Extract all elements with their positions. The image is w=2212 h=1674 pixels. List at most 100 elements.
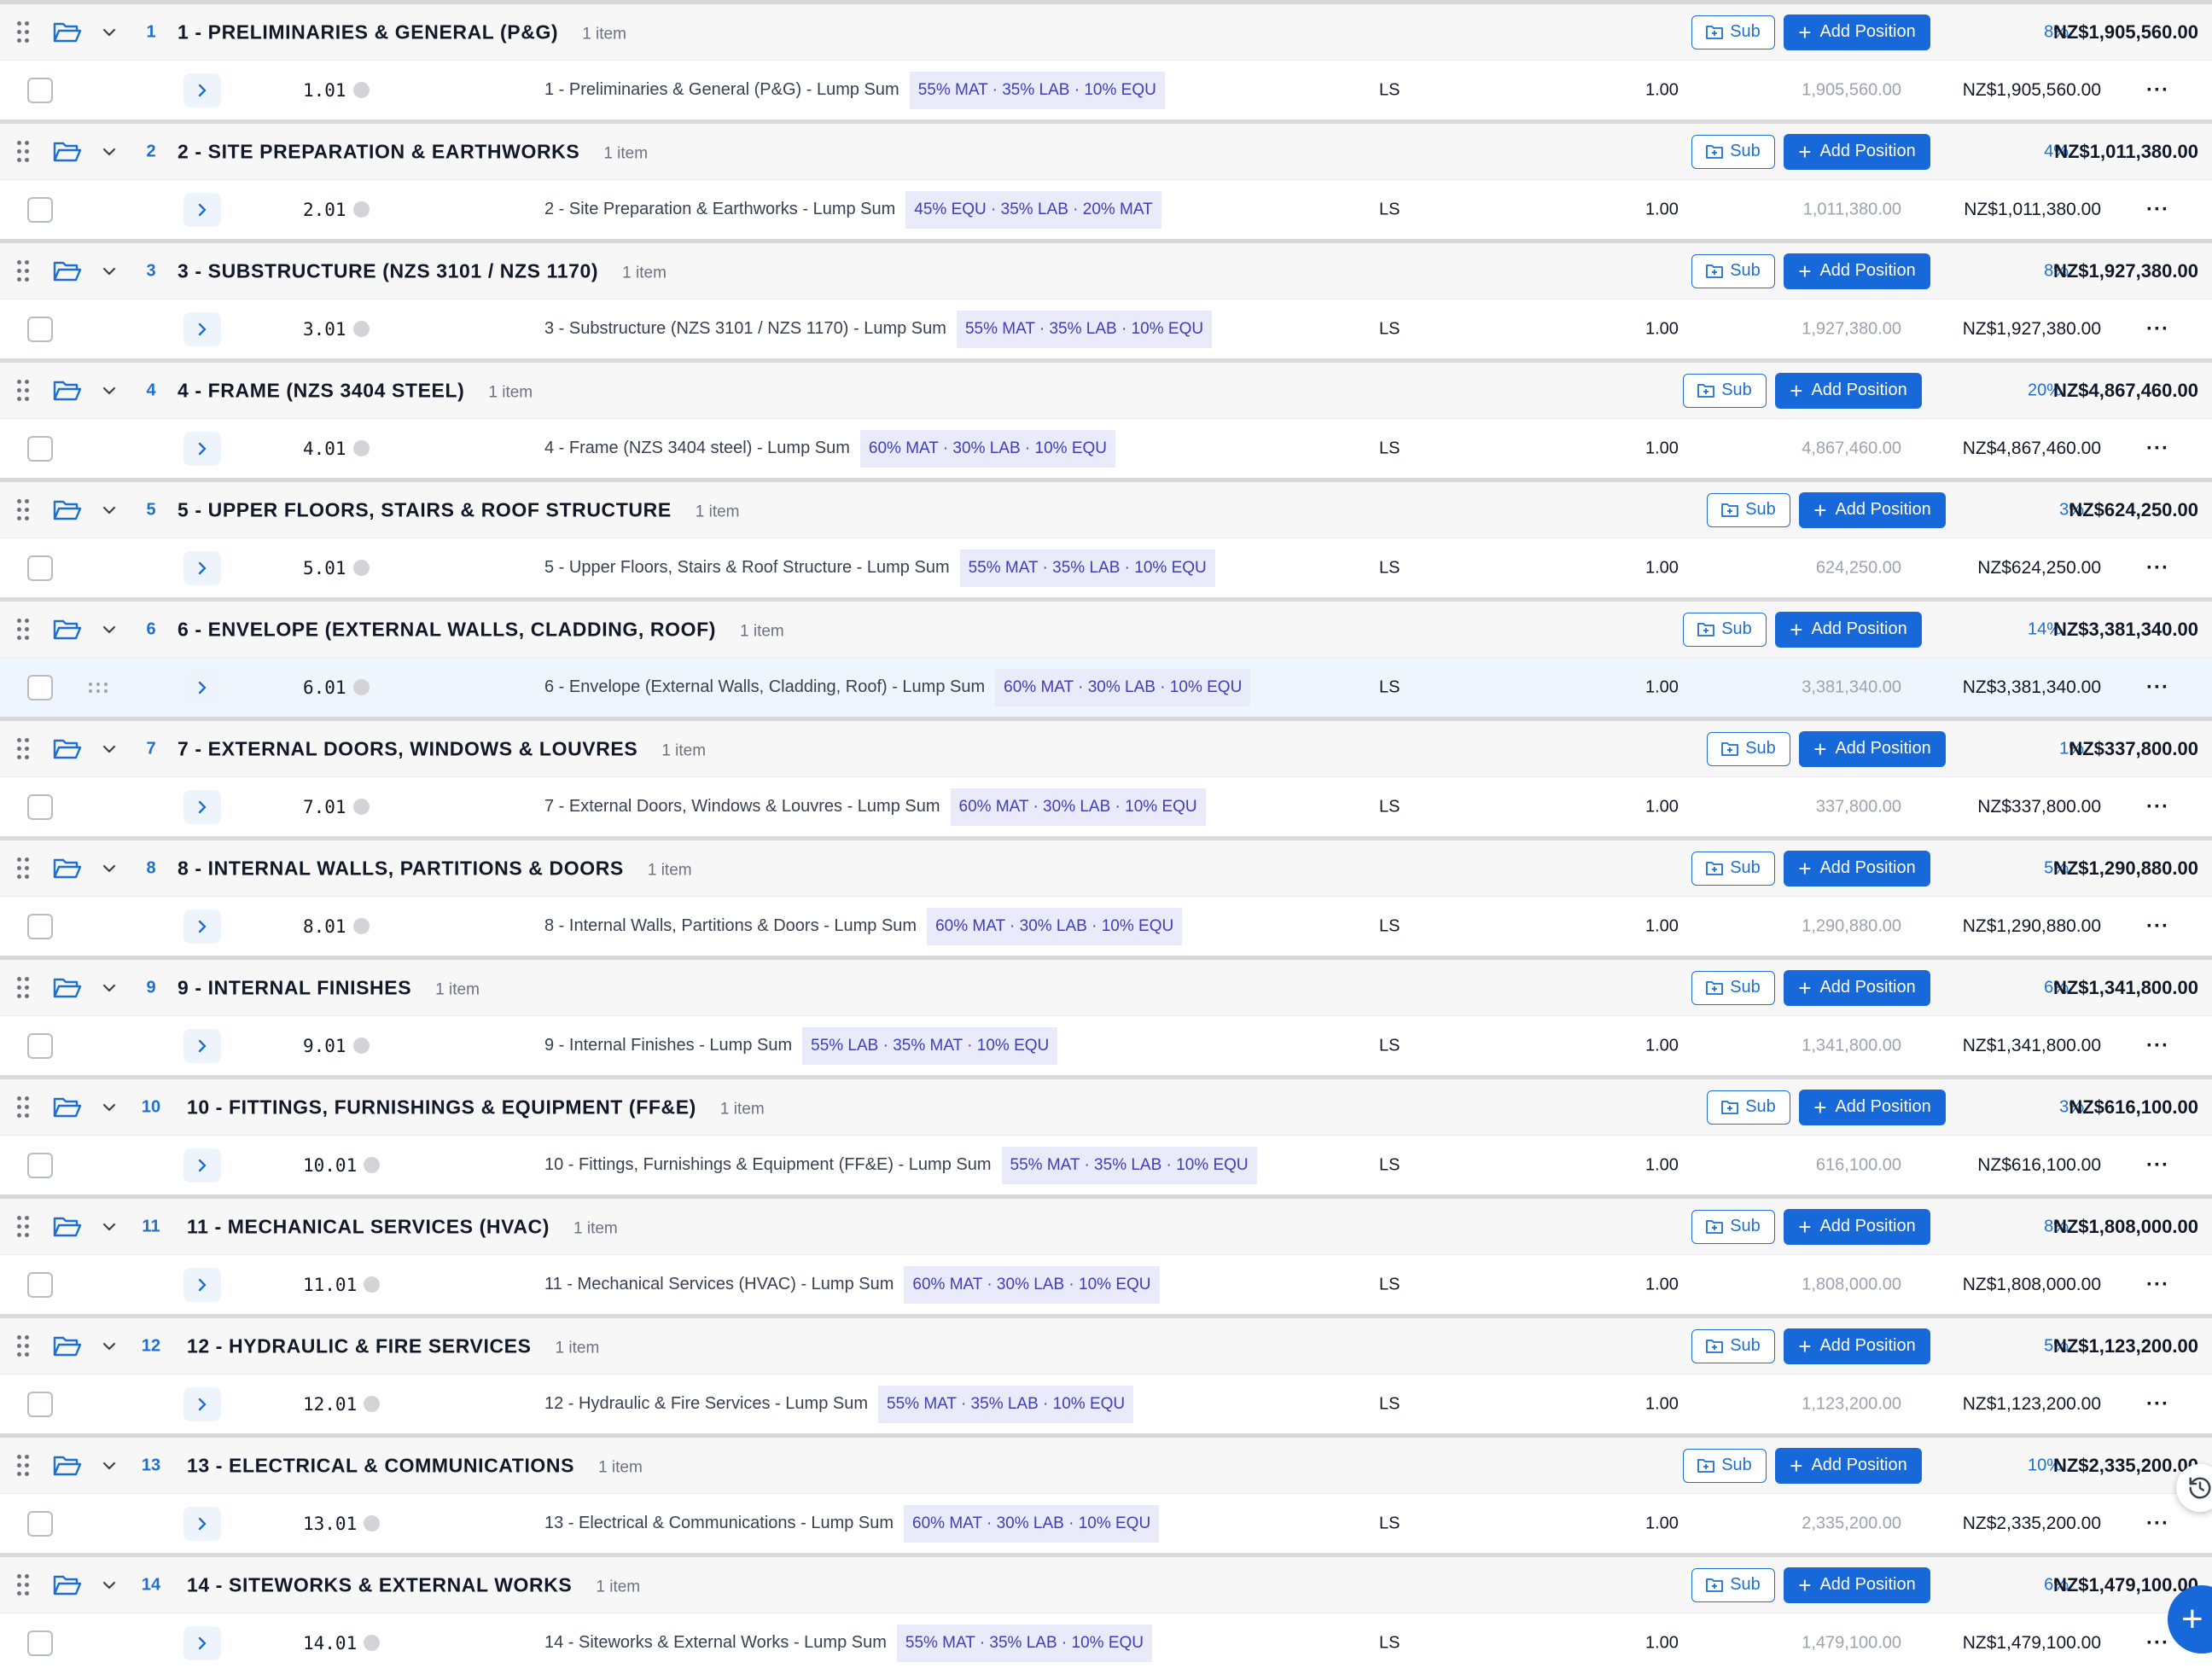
folder-open-icon[interactable] <box>53 498 82 522</box>
section-title[interactable]: 3 - SUBSTRUCTURE (NZS 3101 / NZS 1170) 1 … <box>178 259 667 282</box>
add-sub-button[interactable]: Sub <box>1691 970 1775 1005</box>
quantity-cell[interactable]: 1.00 <box>1645 797 1679 817</box>
add-sub-button[interactable]: Sub <box>1691 15 1775 49</box>
position-description[interactable]: 5 - Upper Floors, Stairs & Roof Structur… <box>544 549 1215 587</box>
add-position-button[interactable]: + Add Position <box>1784 1566 1930 1603</box>
drag-handle-icon[interactable] <box>17 20 32 44</box>
position-description[interactable]: 13 - Electrical & Communications - Lump … <box>544 1504 1160 1543</box>
position-row[interactable]: 12.01 12 - Hydraulic & Fire Services - Lu… <box>0 1374 2212 1433</box>
row-checkbox[interactable] <box>27 77 53 103</box>
unit-cell[interactable]: LS <box>1379 319 1400 339</box>
quantity-cell[interactable]: 1.00 <box>1645 1155 1679 1175</box>
row-checkbox[interactable] <box>27 913 53 939</box>
row-checkbox[interactable] <box>27 1510 53 1537</box>
row-drag-handle-icon[interactable] <box>89 682 109 693</box>
unit-cell[interactable]: LS <box>1379 1633 1400 1653</box>
rate-cell[interactable]: 1,123,200.00 <box>1802 1394 1901 1414</box>
position-row[interactable]: 8.01 8 - Internal Walls, Partitions & Doo… <box>0 896 2212 956</box>
add-sub-button[interactable]: Sub <box>1691 1328 1775 1363</box>
add-position-button[interactable]: + Add Position <box>1775 611 1922 648</box>
more-horizontal-icon[interactable]: ··· <box>2146 1392 2169 1416</box>
more-horizontal-icon[interactable]: ··· <box>2146 556 2169 580</box>
position-description[interactable]: 12 - Hydraulic & Fire Services - Lump Su… <box>544 1385 1134 1423</box>
quantity-cell[interactable]: 1.00 <box>1645 1394 1679 1414</box>
add-sub-button[interactable]: Sub <box>1691 1567 1775 1602</box>
chevron-down-icon[interactable] <box>101 1218 118 1235</box>
unit-cell[interactable]: LS <box>1379 80 1400 100</box>
add-sub-button[interactable]: Sub <box>1691 253 1775 288</box>
folder-open-icon[interactable] <box>53 737 82 761</box>
add-position-button[interactable]: + Add Position <box>1799 730 1946 767</box>
unit-cell[interactable]: LS <box>1379 1514 1400 1533</box>
drag-handle-icon[interactable] <box>17 618 32 641</box>
section-title[interactable]: 7 - EXTERNAL DOORS, WINDOWS & LOUVRES 1 i… <box>178 737 706 760</box>
folder-open-icon[interactable] <box>53 1573 82 1597</box>
chevron-down-icon[interactable] <box>101 860 118 877</box>
folder-open-icon[interactable] <box>53 259 82 283</box>
add-sub-button[interactable]: Sub <box>1683 612 1767 647</box>
quantity-cell[interactable]: 1.00 <box>1645 319 1679 339</box>
drag-handle-icon[interactable] <box>17 976 32 999</box>
unit-cell[interactable]: LS <box>1379 677 1400 697</box>
position-description[interactable]: 1 - Preliminaries & General (P&G) - Lump… <box>544 71 1165 109</box>
more-horizontal-icon[interactable]: ··· <box>2146 1631 2169 1655</box>
quantity-cell[interactable]: 1.00 <box>1645 558 1679 578</box>
rate-cell[interactable]: 1,011,380.00 <box>1803 200 1901 219</box>
add-sub-button[interactable]: Sub <box>1683 373 1767 408</box>
expand-row-button[interactable] <box>183 311 221 346</box>
chevron-down-icon[interactable] <box>101 263 118 280</box>
quantity-cell[interactable]: 1.00 <box>1645 200 1679 219</box>
position-row[interactable]: 9.01 9 - Internal Finishes - Lump Sum 55% … <box>0 1015 2212 1075</box>
section-title[interactable]: 1 - PRELIMINARIES & GENERAL (P&G) 1 item <box>178 20 626 44</box>
drag-handle-icon[interactable] <box>17 140 32 163</box>
folder-open-icon[interactable] <box>53 1454 82 1478</box>
add-sub-button[interactable]: Sub <box>1707 492 1790 527</box>
section-title[interactable]: 4 - FRAME (NZS 3404 STEEL) 1 item <box>178 379 533 402</box>
chevron-down-icon[interactable] <box>101 621 118 638</box>
row-checkbox[interactable] <box>27 435 53 462</box>
row-checkbox[interactable] <box>27 793 53 820</box>
section-title[interactable]: 8 - INTERNAL WALLS, PARTITIONS & DOORS 1 … <box>178 857 692 880</box>
quantity-cell[interactable]: 1.00 <box>1645 1275 1679 1294</box>
folder-open-icon[interactable] <box>53 20 82 44</box>
add-position-button[interactable]: + Add Position <box>1775 1447 1922 1484</box>
chevron-down-icon[interactable] <box>101 979 118 997</box>
unit-cell[interactable]: LS <box>1379 916 1400 936</box>
expand-row-button[interactable] <box>183 73 221 108</box>
rate-cell[interactable]: 616,100.00 <box>1816 1155 1901 1175</box>
drag-handle-icon[interactable] <box>17 737 32 760</box>
position-description[interactable]: 14 - Siteworks & External Works - Lump S… <box>544 1624 1153 1662</box>
add-position-button[interactable]: + Add Position <box>1784 14 1930 50</box>
unit-cell[interactable]: LS <box>1379 1155 1400 1175</box>
quantity-cell[interactable]: 1.00 <box>1645 1633 1679 1653</box>
position-description[interactable]: 6 - Envelope (External Walls, Cladding, … <box>544 668 1251 706</box>
quantity-cell[interactable]: 1.00 <box>1645 1036 1679 1055</box>
rate-cell[interactable]: 1,808,000.00 <box>1802 1275 1901 1294</box>
more-horizontal-icon[interactable]: ··· <box>2146 198 2169 222</box>
drag-handle-icon[interactable] <box>17 259 32 282</box>
more-horizontal-icon[interactable]: ··· <box>2146 1034 2169 1058</box>
add-position-button[interactable]: + Add Position <box>1799 1089 1946 1125</box>
section-title[interactable]: 2 - SITE PREPARATION & EARTHWORKS 1 item <box>178 140 648 163</box>
folder-open-icon[interactable] <box>53 1096 82 1119</box>
unit-cell[interactable]: LS <box>1379 439 1400 458</box>
row-checkbox[interactable] <box>27 1032 53 1059</box>
add-position-button[interactable]: + Add Position <box>1784 133 1930 170</box>
rate-cell[interactable]: 624,250.00 <box>1816 558 1901 578</box>
unit-cell[interactable]: LS <box>1379 1036 1400 1055</box>
quantity-cell[interactable]: 1.00 <box>1645 677 1679 697</box>
position-row[interactable]: 5.01 5 - Upper Floors, Stairs & Roof Stru… <box>0 538 2212 597</box>
rate-cell[interactable]: 1,927,380.00 <box>1802 319 1901 339</box>
add-position-button[interactable]: + Add Position <box>1784 969 1930 1006</box>
add-position-button[interactable]: + Add Position <box>1784 1328 1930 1364</box>
add-sub-button[interactable]: Sub <box>1707 1090 1790 1125</box>
more-horizontal-icon[interactable]: ··· <box>2146 437 2169 461</box>
section-title[interactable]: 11 - MECHANICAL SERVICES (HVAC) 1 item <box>187 1215 618 1238</box>
expand-row-button[interactable] <box>183 431 221 466</box>
folder-open-icon[interactable] <box>53 379 82 403</box>
more-horizontal-icon[interactable]: ··· <box>2146 78 2169 102</box>
drag-handle-icon[interactable] <box>17 1215 32 1238</box>
chevron-down-icon[interactable] <box>101 1577 118 1594</box>
position-row[interactable]: 10.01 10 - Fittings, Furnishings & Equipm… <box>0 1135 2212 1194</box>
folder-open-icon[interactable] <box>53 618 82 642</box>
